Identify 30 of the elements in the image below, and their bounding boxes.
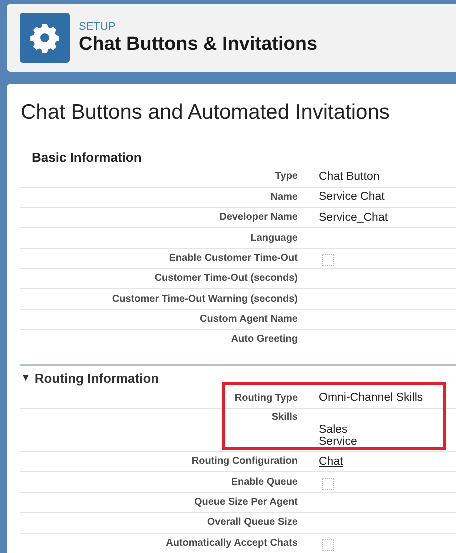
- breadcrumb: SETUP: [79, 20, 117, 33]
- settings-icon: [20, 13, 70, 64]
- field-label: Language: [250, 232, 299, 244]
- field-label: Custom Agent Name: [199, 314, 299, 326]
- field-label: Developer Name: [218, 212, 299, 224]
- field-label: Overall Queue Size: [206, 517, 299, 528]
- field-value: Service_Chat: [319, 212, 388, 224]
- field-label: Skills: [270, 411, 299, 424]
- field-label: Enable Queue: [230, 476, 299, 488]
- section-title[interactable]: Routing Information: [34, 371, 160, 386]
- field-label: Customer Time-Out Warning (seconds): [111, 294, 299, 305]
- field-label: Auto Greeting: [230, 334, 299, 346]
- section-title: Basic Information: [32, 150, 142, 165]
- field-label: Routing Type: [234, 392, 299, 404]
- field-value: Service: [319, 436, 358, 448]
- page-title: Chat Buttons and Automated Invitations: [21, 101, 391, 126]
- field-label: Type: [274, 171, 299, 182]
- field-link[interactable]: Chat: [319, 456, 344, 468]
- page-header-title: Chat Buttons & Invitations: [79, 34, 318, 56]
- collapse-toggle-icon[interactable]: ▼: [21, 373, 31, 384]
- field-label: Automatically Accept Chats: [165, 538, 299, 549]
- field-label: Customer Time-Out (seconds): [154, 273, 299, 284]
- field-label: Name: [270, 192, 299, 203]
- field-label: Routing Configuration: [190, 456, 299, 468]
- field-value: Sales: [319, 424, 349, 436]
- field-value: Service Chat: [319, 191, 385, 204]
- field-value: Omni-Channel Skills: [319, 392, 424, 404]
- field-label: Queue Size Per Agent: [193, 497, 299, 508]
- field-label: Enable Customer Time-Out: [168, 252, 299, 264]
- field-value: Chat Button: [319, 170, 380, 183]
